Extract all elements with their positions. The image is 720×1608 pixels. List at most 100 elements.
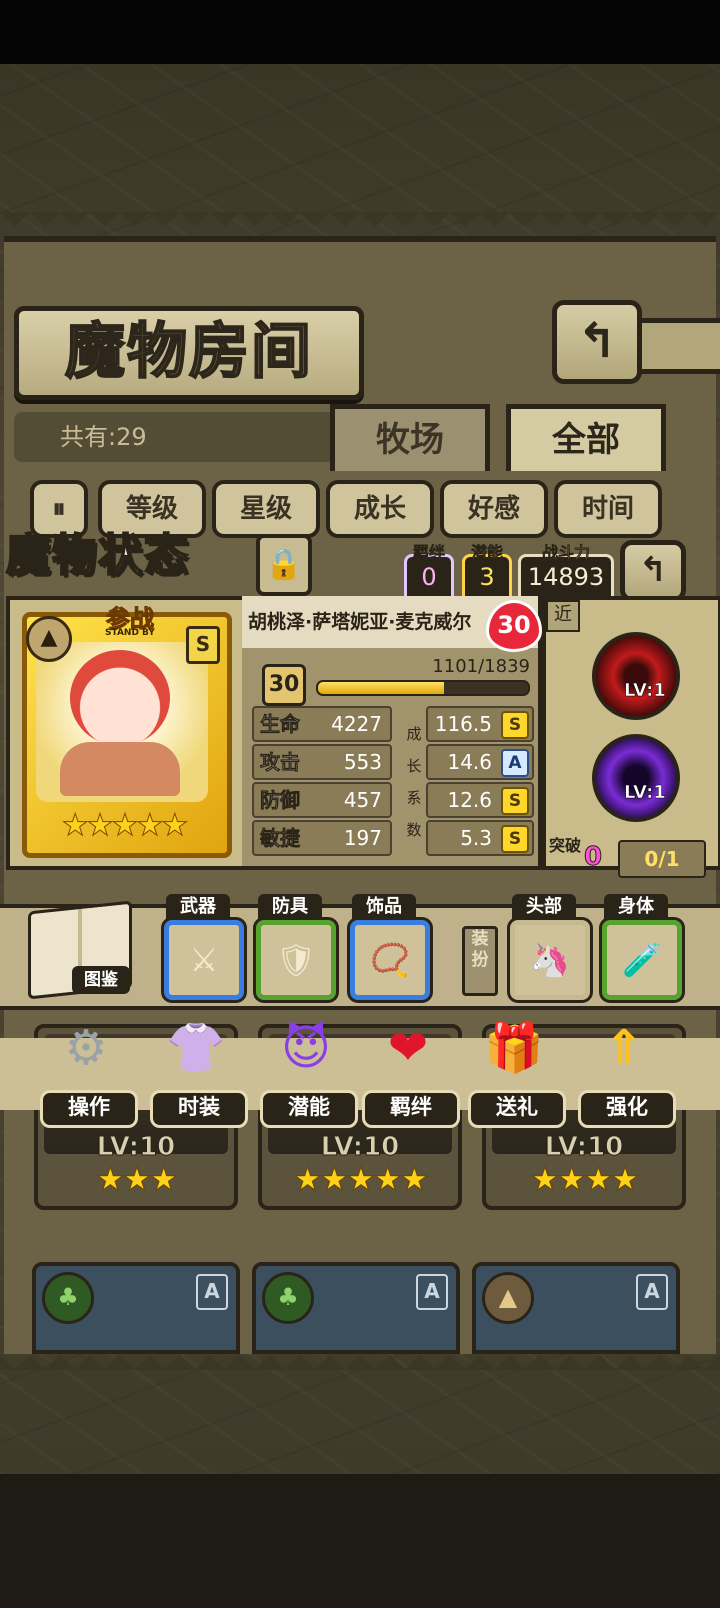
monster-count: 共有:29 <box>14 412 354 462</box>
status-bar <box>0 0 720 64</box>
encyclopedia-label: 图鉴 <box>72 966 130 994</box>
growth-value: 12.6 <box>447 788 492 812</box>
skill-lv: LV:1 <box>624 782 666 804</box>
potential-value: 3 <box>479 563 495 591</box>
stat-value: 197 <box>343 826 382 850</box>
stat-value: 553 <box>343 750 382 774</box>
grade-a-badge: A <box>636 1274 668 1310</box>
armor-label: 防具 <box>258 894 322 920</box>
monster-card-bottom[interactable]: ♣ A <box>252 1262 460 1354</box>
accessory-slot[interactable]: 📿 <box>350 920 430 1000</box>
stat-box: 防御 457 <box>252 782 392 818</box>
weapon-label: 武器 <box>166 894 230 920</box>
monster-card-level: LV:10 <box>96 1132 176 1163</box>
grade-a-badge: A <box>416 1274 448 1310</box>
gear-icon: ⚙ <box>64 1020 108 1076</box>
dress-up-label: 装扮 <box>462 926 498 996</box>
tab-all[interactable]: 全部 <box>506 404 666 471</box>
leaf-type-icon: ♣ <box>262 1272 314 1324</box>
skill-slot-1[interactable] <box>592 632 680 720</box>
growth-char: 成 <box>406 725 422 743</box>
leaf-type-icon: ♣ <box>42 1272 94 1324</box>
fashion-button[interactable]: 👚 时装 <box>150 1010 248 1128</box>
level-badge: 30 <box>262 664 306 706</box>
return-icon: ↰ <box>576 313 618 369</box>
operate-label: 操作 <box>40 1090 138 1128</box>
growth-char: 系 <box>406 789 422 807</box>
body-slot[interactable]: 🧪 <box>602 920 682 1000</box>
breakthrough[interactable]: 突破 0 0/1 <box>548 836 710 878</box>
gift-button[interactable]: 🎁 送礼 <box>468 1010 566 1128</box>
growth-grade: S <box>501 711 529 739</box>
necklace-icon: 📿 <box>370 941 410 979</box>
mountain-type-icon: ▲ <box>482 1272 534 1324</box>
enhance-button[interactable]: ⇑ 强化 <box>578 1010 676 1128</box>
accessory-label: 饰品 <box>352 894 416 920</box>
stat-row-hp: 生命 4227 116.5 S <box>252 706 536 742</box>
monster-card-stars: ★★★★★ <box>293 1160 429 1199</box>
stat-value: 4227 <box>331 712 382 736</box>
bottom-background <box>0 1474 720 1608</box>
breakthrough-label: 突破 <box>548 836 581 855</box>
enhance-label: 强化 <box>578 1090 676 1128</box>
stat-label: 敏捷 <box>260 826 301 851</box>
power-label: 战斗力 <box>541 543 591 563</box>
status-close-button[interactable]: ↰ <box>620 540 686 602</box>
monster-name: 胡桃泽·萨塔妮亚·麦克威尔 <box>248 611 472 633</box>
growth-grade: S <box>501 825 529 853</box>
grade-a-badge: A <box>196 1274 228 1310</box>
weapon-slot[interactable]: ⚔ <box>164 920 244 1000</box>
growth-box: 14.6 A <box>426 744 534 780</box>
monster-body <box>60 742 180 796</box>
potential-label: 潜能 <box>260 1090 358 1128</box>
power-value: 14893 <box>527 563 605 591</box>
skill-2-level: LV:1 <box>624 782 666 804</box>
status-title: 魔物状态 <box>5 529 190 582</box>
growth-value: 116.5 <box>434 712 492 736</box>
growth-box: 12.6 S <box>426 782 534 818</box>
armor-icon: 🛡 <box>275 941 317 979</box>
sort-affinity-button[interactable]: 好感 <box>440 480 548 538</box>
growth-value: 5.3 <box>460 826 492 850</box>
head-label: 头部 <box>512 894 576 920</box>
stat-row-defense: 防御 457 12.6 S <box>252 782 536 818</box>
potential-button[interactable]: 😈 潜能 <box>260 1010 358 1128</box>
monster-card-stars: ★★★ <box>95 1160 178 1199</box>
monster-face <box>70 650 170 746</box>
bond-value: 0 <box>421 563 437 591</box>
sword-icon: ⚔ <box>189 941 219 979</box>
growth-grade: S <box>501 787 529 815</box>
stat-box: 生命 4227 <box>252 706 392 742</box>
tab-pasture[interactable]: 牧场 <box>330 404 490 471</box>
monster-card-level: LV:10 <box>544 1132 624 1163</box>
shirt-icon: 👚 <box>166 1020 226 1076</box>
potential-label: 潜能 <box>470 543 504 563</box>
skill-1-level: LV:1 <box>624 680 666 702</box>
head-slot[interactable]: 🦄 <box>510 920 590 1000</box>
monster-card-bottom[interactable]: ♣ A <box>32 1262 240 1354</box>
mountain-type-icon: ▲ <box>26 616 72 662</box>
growth-coefficient-label: 成 长 系 数 <box>405 718 423 846</box>
lock-button[interactable]: 🔒 <box>256 534 312 596</box>
sort-time-button[interactable]: 时间 <box>554 480 662 538</box>
monster-card-bottom[interactable]: ▲ A <box>472 1262 680 1354</box>
range-tag: 近 <box>546 600 580 632</box>
unicorn-horn-icon: 🦄 <box>530 941 570 979</box>
fashion-label: 时装 <box>150 1090 248 1128</box>
skill-lv: LV:1 <box>624 680 666 702</box>
growth-box: 5.3 S <box>426 820 534 856</box>
return-button[interactable]: ↰ <box>552 300 642 384</box>
room-title: 魔物房间 <box>14 306 364 400</box>
armor-slot[interactable]: 🛡 <box>256 920 336 1000</box>
bond-button[interactable]: ❤ 羁绊 <box>362 1010 460 1128</box>
exp-text: 1101/1839 <box>432 656 530 677</box>
standby-sub-label: STAND BY <box>105 628 155 638</box>
rarity-grade: S <box>186 626 220 664</box>
growth-box: 116.5 S <box>426 706 534 742</box>
growth-grade: A <box>501 749 529 777</box>
operate-button[interactable]: ⚙ 操作 <box>40 1010 138 1128</box>
skill-slot-2[interactable] <box>592 734 680 822</box>
sort-growth-button[interactable]: 成长 <box>326 480 434 538</box>
bond-label: 羁绊 <box>412 543 446 563</box>
stat-box: 敏捷 197 <box>252 820 392 856</box>
